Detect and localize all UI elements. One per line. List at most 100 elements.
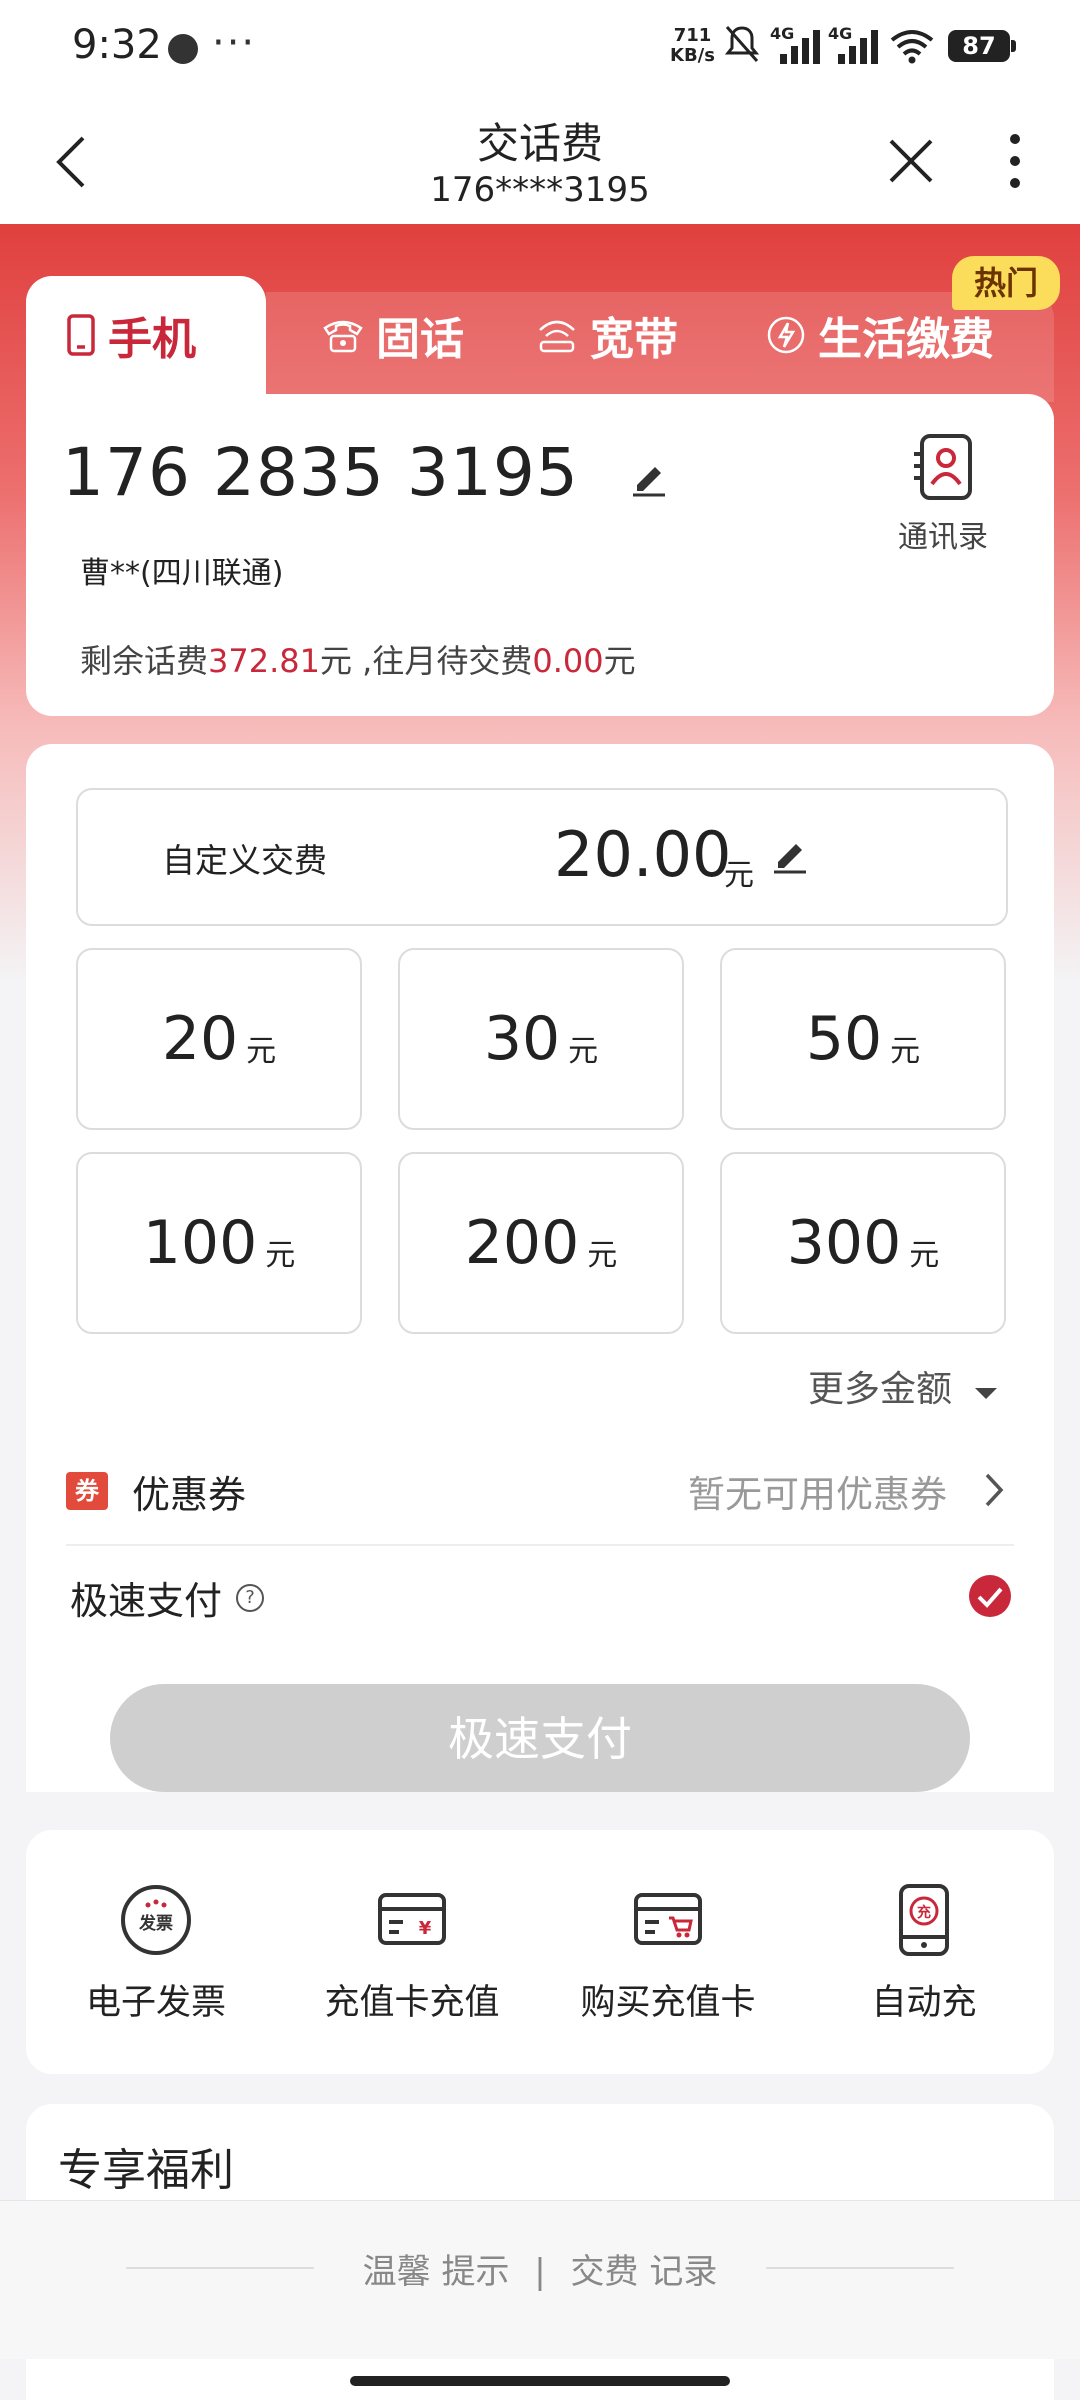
close-button[interactable] — [878, 128, 944, 194]
amount-option-200[interactable]: 200 元 — [398, 1152, 684, 1334]
auto-recharge-icon-text: 充 — [917, 1904, 931, 1921]
service-auto-recharge[interactable]: 充 自动充 — [814, 1880, 1034, 2025]
warm-tips-link[interactable]: 温馨 提示 — [363, 2252, 510, 2292]
check-circle-icon — [969, 1575, 1011, 1617]
amount-option-300[interactable]: 300 元 — [720, 1152, 1006, 1334]
footer-separator: | — [534, 2252, 546, 2292]
network-speed-unit: KB/s — [670, 45, 715, 66]
tab-landline[interactable]: 固话 — [322, 300, 464, 370]
pending-unit: 元 — [603, 642, 636, 680]
notification-icon — [168, 34, 198, 64]
tab-landline-label: 固话 — [376, 314, 464, 365]
more-vertical-icon — [1010, 134, 1020, 188]
contacts-icon — [914, 434, 972, 500]
amount-option-unit: 元 — [587, 1238, 618, 1273]
amount-option-20[interactable]: 20 元 — [76, 948, 362, 1130]
service-card-recharge[interactable]: ¥ 充值卡充值 — [302, 1880, 522, 2025]
chevron-right-icon — [984, 1472, 1004, 1512]
card-recharge-icon: ¥ — [372, 1880, 452, 1960]
nav-header: 交话费 176****3195 — [0, 100, 1080, 224]
battery-tip — [1011, 40, 1016, 52]
balance-prefix: 剩余话费 — [80, 642, 209, 680]
mobile-icon — [67, 314, 95, 356]
tab-utilities-label: 生活缴费 — [818, 314, 994, 365]
contacts-button[interactable]: 通讯录 — [880, 432, 1006, 556]
express-pay-checkbox[interactable] — [968, 1574, 1012, 1622]
hot-badge: 热门 — [952, 256, 1060, 310]
more-amounts-button[interactable]: 更多金额 — [808, 1360, 999, 1412]
buy-card-icon — [628, 1880, 708, 1960]
amount-option-unit: 元 — [568, 1034, 599, 1069]
more-menu-button[interactable] — [990, 128, 1040, 194]
service-e-invoice[interactable]: 发票 电子发票 — [46, 1880, 266, 2025]
tab-broadband[interactable]: 宽带 — [536, 300, 678, 370]
service-label: 购买充值卡 — [580, 1983, 756, 2023]
balance-value: 372.81 — [208, 642, 320, 680]
amount-option-50[interactable]: 50 元 — [720, 948, 1006, 1130]
footer-links: 温馨 提示 | 交费 记录 — [0, 2244, 1080, 2293]
express-pay-row: 极速支付 ? — [70, 1570, 265, 1625]
more-amounts-label: 更多金额 — [808, 1369, 953, 1410]
service-label: 电子发票 — [85, 1983, 226, 2023]
more-notifications-icon: ··· — [212, 20, 257, 66]
close-icon — [889, 139, 933, 183]
wifi-icon — [890, 28, 934, 73]
auto-recharge-icon: 充 — [884, 1880, 964, 1960]
custom-amount-label: 自定义交费 — [162, 841, 327, 880]
amount-option-unit: 元 — [890, 1034, 921, 1069]
status-time: 9:32 — [72, 22, 162, 68]
pencil-icon — [633, 467, 665, 497]
tab-mobile[interactable]: 手机 — [66, 300, 196, 370]
phone-owner: 曹**(四川联通) — [80, 556, 284, 591]
edit-number-button[interactable] — [624, 450, 674, 504]
service-label: 充值卡充值 — [324, 1983, 500, 2023]
amount-option-value: 200 — [464, 1208, 580, 1278]
custom-amount-value[interactable]: 20.00 — [554, 818, 732, 891]
caret-down-icon — [975, 1388, 998, 1399]
amount-option-value: 20 — [161, 1004, 239, 1074]
divider — [66, 1544, 1014, 1546]
battery-icon: 87 — [948, 30, 1010, 62]
amount-option-100[interactable]: 100 元 — [76, 1152, 362, 1334]
coupon-row[interactable]: 券 优惠券 暂无可用优惠券 — [66, 1440, 1006, 1540]
amount-option-value: 30 — [483, 1004, 561, 1074]
coupon-label: 优惠券 — [132, 1473, 247, 1517]
balance-info: 剩余话费372.81元 ,往月待交费0.00元 — [80, 636, 636, 682]
amount-option-value: 300 — [786, 1208, 902, 1278]
mute-icon — [724, 24, 760, 73]
amount-option-30[interactable]: 30 元 — [398, 948, 684, 1130]
contacts-label: 通讯录 — [898, 520, 988, 555]
lightning-icon — [767, 316, 805, 354]
coupon-icon: 券 — [66, 1472, 108, 1510]
express-pay-button[interactable]: 极速支付 — [110, 1684, 970, 1792]
invoice-icon: 发票 — [116, 1880, 196, 1960]
phone-number[interactable]: 176 2835 3195 — [62, 434, 579, 511]
amount-option-value: 50 — [805, 1004, 883, 1074]
amount-option-unit: 元 — [265, 1238, 296, 1273]
network-speed-value: 711 — [673, 25, 712, 46]
home-indicator[interactable] — [350, 2376, 730, 2386]
express-pay-label: 极速支付 — [70, 1579, 223, 1623]
coupon-status: 暂无可用优惠券 — [688, 1473, 947, 1516]
landline-phone-icon — [323, 320, 363, 353]
signal-icon — [780, 30, 820, 64]
custom-amount-field[interactable]: 自定义交费 20.00 元 — [76, 788, 1008, 926]
network-speed: 711 KB/s — [670, 26, 715, 66]
status-bar: 9:32 ··· 711 KB/s 4G 4G 87 — [0, 0, 1080, 100]
broadband-icon — [539, 320, 575, 353]
balance-unit: 元 ,往月待交费 — [319, 642, 533, 680]
amount-option-unit: 元 — [909, 1238, 940, 1273]
signal-icon — [838, 30, 878, 64]
tab-utilities[interactable]: 生活缴费 — [766, 300, 994, 370]
card-recharge-icon-text: ¥ — [419, 1918, 432, 1939]
service-buy-card[interactable]: 购买充值卡 — [558, 1880, 778, 2025]
tab-mobile-label: 手机 — [108, 314, 196, 365]
amount-option-unit: 元 — [246, 1034, 277, 1069]
pencil-icon[interactable] — [770, 834, 810, 878]
service-label: 自动充 — [871, 1983, 977, 2023]
pending-value: 0.00 — [532, 642, 604, 680]
payment-records-link[interactable]: 交费 记录 — [571, 2252, 718, 2292]
help-icon[interactable]: ? — [236, 1583, 265, 1612]
amount-option-value: 100 — [142, 1208, 258, 1278]
custom-amount-unit: 元 — [724, 858, 754, 893]
